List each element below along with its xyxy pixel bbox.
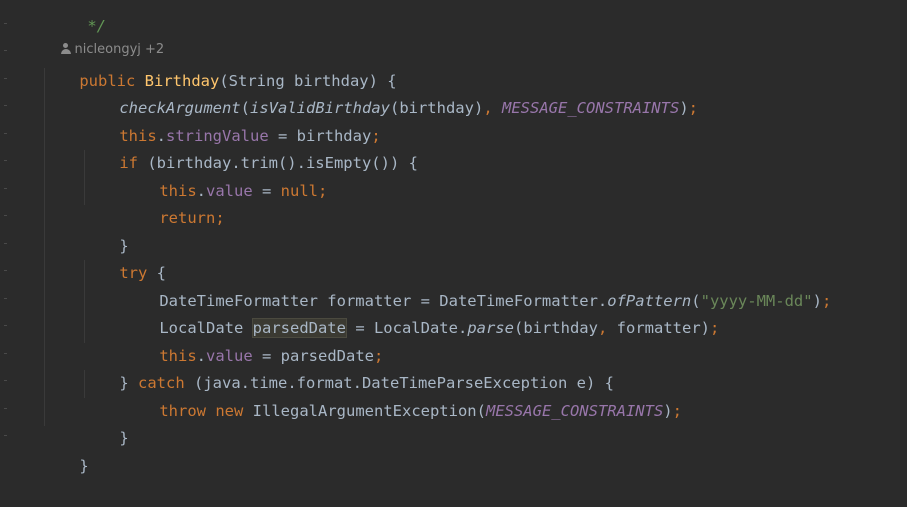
gutter [0,0,20,461]
keyword: new [215,402,244,420]
code-text: (birthday [513,319,598,337]
code-line[interactable]: this.stringValue = birthday; [82,96,380,145]
constant: MESSAGE_CONSTRAINTS [502,99,680,117]
code-text: ) [812,292,822,310]
code-text: IllegalArgumentException( [243,402,486,420]
code-text: ) [663,402,673,420]
code-line[interactable]: checkArgument(isValidBirthday(birthday),… [82,68,698,117]
author-inlay-hint[interactable]: nicleongyj +2 [44,17,164,57]
code-line[interactable]: LocalDate parsedDate = LocalDate.parse(b… [122,288,719,338]
code-line[interactable]: } [82,398,128,447]
code-line[interactable]: try { [82,233,166,282]
code-text: = [252,182,281,200]
code-line: */ [50,0,106,35]
code-line[interactable]: } [42,426,88,475]
code-line[interactable]: DateTimeFormatter formatter = DateTimeFo… [122,261,831,310]
code-text: } [119,429,129,447]
punct: ; [688,99,698,117]
code-line[interactable]: this.value = null; [122,151,327,200]
code-line[interactable]: if (birthday.trim().isEmpty()) { [82,123,418,172]
code-text: ) [679,99,689,117]
punct: ; [672,402,682,420]
punct: ; [821,292,832,310]
keyword: null [280,182,318,200]
constant: MESSAGE_CONSTRAINTS [485,402,664,420]
code-line[interactable]: throw new IllegalArgumentException(MESSA… [122,371,682,420]
method-call: parse [467,319,514,337]
code-editor[interactable]: */ nicleongyj +2 public Birthday(String … [0,0,907,475]
punct: , [597,319,608,337]
punct: , [483,99,493,117]
code-line[interactable]: public Birthday(String birthday) { [42,41,396,90]
code-text: formatter) [607,319,710,337]
code-line[interactable]: return; [122,178,224,227]
punct: ; [709,319,720,337]
code-text: (birthday) [389,99,484,117]
punct: ; [318,182,328,200]
keyword: return [159,209,216,227]
punct: ; [215,209,225,227]
code-line[interactable]: } catch (java.time.format.DateTimeParseE… [82,343,614,392]
code-line[interactable]: } [82,206,128,255]
keyword: throw [159,402,206,420]
code-line[interactable]: this.value = parsedDate; [122,316,383,365]
code-text: } [79,457,89,475]
